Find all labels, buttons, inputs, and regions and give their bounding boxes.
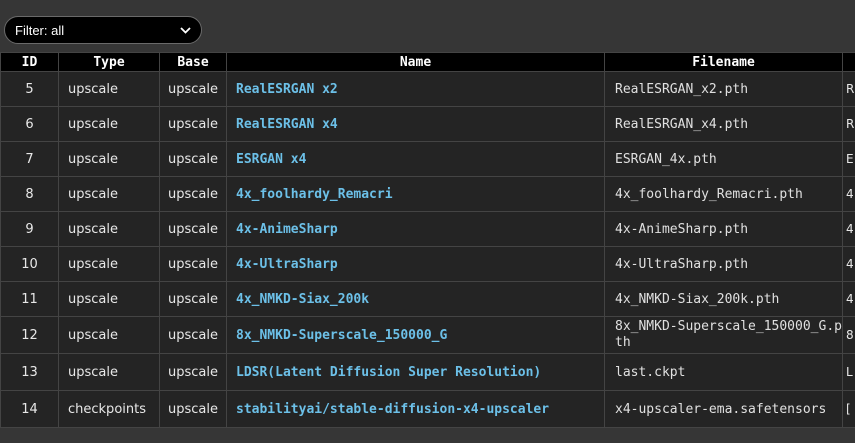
- table-row[interactable]: 12 upscale upscale 8x_NMKD-Superscale_15…: [0, 316, 855, 354]
- cell-filename: 4x_foolhardy_Remacri.pth: [604, 176, 843, 212]
- cell-base: upscale: [159, 141, 227, 177]
- cell-filename: 4x_NMKD-Siax_200k.pth: [604, 281, 843, 317]
- cell-id: 11: [0, 281, 59, 317]
- cell-extra: 4: [842, 246, 855, 282]
- column-header-type[interactable]: Type: [58, 52, 160, 72]
- cell-base: upscale: [159, 211, 227, 247]
- table-row[interactable]: 7 upscale upscale ESRGAN x4 ESRGAN_4x.pt…: [0, 141, 855, 177]
- cell-type: upscale: [58, 316, 160, 354]
- cell-extra: R: [842, 71, 855, 107]
- cell-base: upscale: [159, 353, 227, 391]
- models-page: Filter: all ID Type Base Name Filename 5…: [0, 0, 855, 443]
- cell-type: upscale: [58, 353, 160, 391]
- cell-base: upscale: [159, 176, 227, 212]
- cell-id: 10: [0, 246, 59, 282]
- table-row[interactable]: 9 upscale upscale 4x-AnimeSharp 4x-Anime…: [0, 211, 855, 247]
- cell-id: 13: [0, 353, 59, 391]
- column-header-base[interactable]: Base: [159, 52, 227, 72]
- cell-type: upscale: [58, 71, 160, 107]
- cell-filename: 4x-UltraSharp.pth: [604, 246, 843, 282]
- cell-type: upscale: [58, 141, 160, 177]
- column-header-extra[interactable]: [842, 52, 855, 72]
- cell-extra: L p: [842, 353, 855, 391]
- column-header-id[interactable]: ID: [0, 52, 59, 72]
- table-row[interactable]: 8 upscale upscale 4x_foolhardy_Remacri 4…: [0, 176, 855, 212]
- cell-name-link[interactable]: ESRGAN x4: [226, 141, 605, 177]
- cell-name-link[interactable]: 8x_NMKD-Superscale_150000_G: [226, 316, 605, 354]
- cell-filename: RealESRGAN_x4.pth: [604, 106, 843, 142]
- cell-type: upscale: [58, 211, 160, 247]
- cell-id: 7: [0, 141, 59, 177]
- cell-name-link[interactable]: 4x_foolhardy_Remacri: [226, 176, 605, 212]
- cell-base: upscale: [159, 106, 227, 142]
- cell-filename: 4x-AnimeSharp.pth: [604, 211, 843, 247]
- cell-type: upscale: [58, 106, 160, 142]
- cell-extra: 8: [842, 316, 855, 354]
- models-table-container: ID Type Base Name Filename 5 upscale ups…: [0, 52, 855, 443]
- column-header-name[interactable]: Name: [226, 52, 605, 72]
- cell-type: checkpoints: [58, 390, 160, 428]
- cell-extra: R: [842, 106, 855, 142]
- cell-filename: RealESRGAN_x2.pth: [604, 71, 843, 107]
- cell-base: upscale: [159, 71, 227, 107]
- models-table: ID Type Base Name Filename 5 upscale ups…: [0, 52, 855, 428]
- cell-base: upscale: [159, 390, 227, 428]
- cell-extra: E: [842, 141, 855, 177]
- cell-id: 9: [0, 211, 59, 247]
- filter-label: Filter: all: [15, 22, 65, 38]
- cell-name-link[interactable]: stabilityai/stable-diffusion-x4-upscaler: [226, 390, 605, 428]
- cell-id: 12: [0, 316, 59, 354]
- cell-extra: [ a: [842, 390, 855, 428]
- cell-type: upscale: [58, 281, 160, 317]
- table-row[interactable]: 13 upscale upscale LDSR(Latent Diffusion…: [0, 353, 855, 391]
- cell-name-link[interactable]: LDSR(Latent Diffusion Super Resolution): [226, 353, 605, 391]
- cell-id: 5: [0, 71, 59, 107]
- cell-extra: 4: [842, 211, 855, 247]
- table-row[interactable]: 14 checkpoints upscale stabilityai/stabl…: [0, 390, 855, 428]
- cell-extra: 4: [842, 281, 855, 317]
- cell-extra: 4: [842, 176, 855, 212]
- cell-id: 6: [0, 106, 59, 142]
- cell-filename: 8x_NMKD-Superscale_150000_G.pth: [604, 316, 843, 354]
- table-header-row: ID Type Base Name Filename: [0, 52, 855, 72]
- cell-type: upscale: [58, 176, 160, 212]
- cell-name-link[interactable]: 4x-UltraSharp: [226, 246, 605, 282]
- cell-type: upscale: [58, 246, 160, 282]
- cell-base: upscale: [159, 246, 227, 282]
- cell-base: upscale: [159, 316, 227, 354]
- cell-base: upscale: [159, 281, 227, 317]
- column-header-filename[interactable]: Filename: [604, 52, 843, 72]
- cell-name-link[interactable]: RealESRGAN x2: [226, 71, 605, 107]
- cell-id: 8: [0, 176, 59, 212]
- cell-name-link[interactable]: 4x-AnimeSharp: [226, 211, 605, 247]
- cell-filename: x4-upscaler-ema.safetensors: [604, 390, 843, 428]
- table-row[interactable]: 6 upscale upscale RealESRGAN x4 RealESRG…: [0, 106, 855, 142]
- table-row[interactable]: 10 upscale upscale 4x-UltraSharp 4x-Ultr…: [0, 246, 855, 282]
- cell-filename: ESRGAN_4x.pth: [604, 141, 843, 177]
- table-row[interactable]: 5 upscale upscale RealESRGAN x2 RealESRG…: [0, 71, 855, 107]
- cell-id: 14: [0, 390, 59, 428]
- cell-filename: last.ckpt: [604, 353, 843, 391]
- filter-select[interactable]: Filter: all: [4, 16, 202, 44]
- chevron-down-icon: [179, 24, 191, 36]
- cell-name-link[interactable]: RealESRGAN x4: [226, 106, 605, 142]
- cell-name-link[interactable]: 4x_NMKD-Siax_200k: [226, 281, 605, 317]
- table-row[interactable]: 11 upscale upscale 4x_NMKD-Siax_200k 4x_…: [0, 281, 855, 317]
